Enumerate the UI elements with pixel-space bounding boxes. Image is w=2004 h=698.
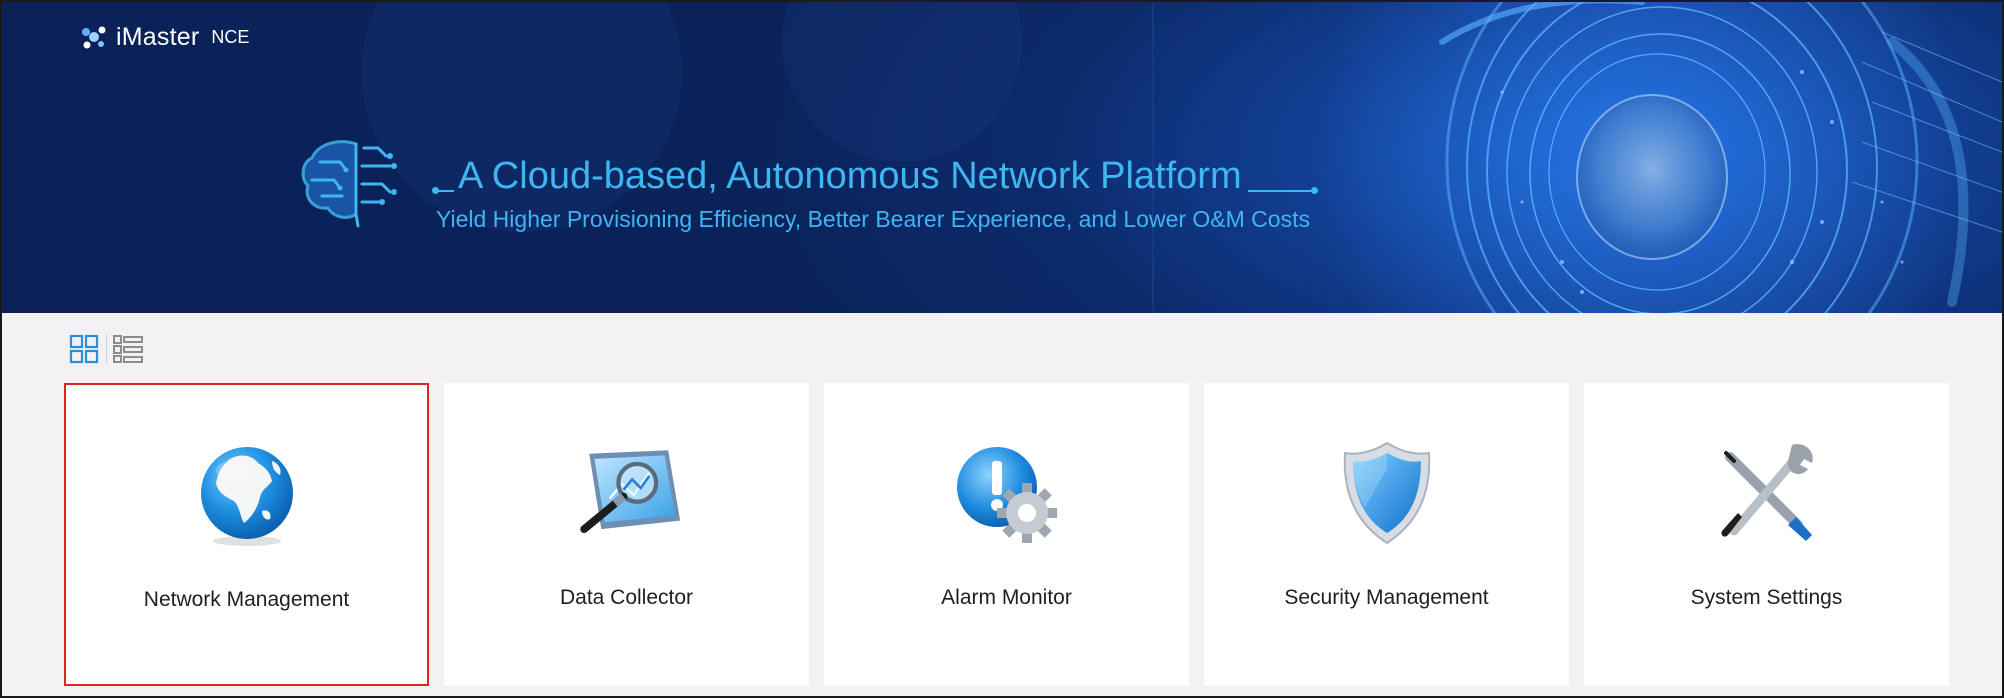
tile-system-settings[interactable]: System Settings <box>1584 383 1949 686</box>
tile-label: Security Management <box>1284 586 1489 609</box>
tile-alarm-monitor[interactable]: Alarm Monitor <box>824 383 1189 686</box>
banner-subtitle: Yield Higher Provisioning Efficiency, Be… <box>436 206 1310 232</box>
grid-view-icon <box>69 334 99 364</box>
logo-name: iMaster <box>116 22 200 51</box>
globe-icon <box>187 441 307 551</box>
tools-icon <box>1707 439 1827 549</box>
shield-icon <box>1327 439 1447 549</box>
tile-label: Alarm Monitor <box>941 586 1072 609</box>
list-view-button[interactable] <box>112 333 144 365</box>
tile-network-management[interactable]: Network Management <box>64 383 429 686</box>
title-right-rule <box>1247 187 1318 194</box>
hero-banner: iMaster NCE A Cloud-based, Autonomous Net… <box>2 2 2002 313</box>
banner-title-row: A Cloud-based, Autonomous Network Platfo… <box>432 154 1346 198</box>
grid-view-button[interactable] <box>68 333 100 365</box>
alarm-gear-icon <box>947 439 1067 549</box>
tile-label: Network Management <box>143 588 350 611</box>
logo-suffix: NCE <box>211 26 250 47</box>
brain-circuit-icon <box>301 140 397 228</box>
list-view-icon <box>113 335 143 363</box>
banner-title: A Cloud-based, Autonomous Network Platfo… <box>458 155 1242 197</box>
logo-icon <box>82 26 106 49</box>
tile-label: Data Collector <box>559 586 694 609</box>
view-mode-toggle <box>68 333 144 365</box>
tile-label: System Settings <box>1690 586 1843 609</box>
title-left-rule <box>432 187 454 194</box>
tile-data-collector[interactable]: Data Collector <box>444 383 809 686</box>
monitor-magnifier-icon <box>567 439 687 549</box>
app-logo: iMaster NCE <box>80 20 249 54</box>
view-separator <box>106 334 107 364</box>
banner-headline: A Cloud-based, Autonomous Network Platfo… <box>432 154 1346 233</box>
tile-security-management[interactable]: Security Management <box>1204 383 1569 686</box>
